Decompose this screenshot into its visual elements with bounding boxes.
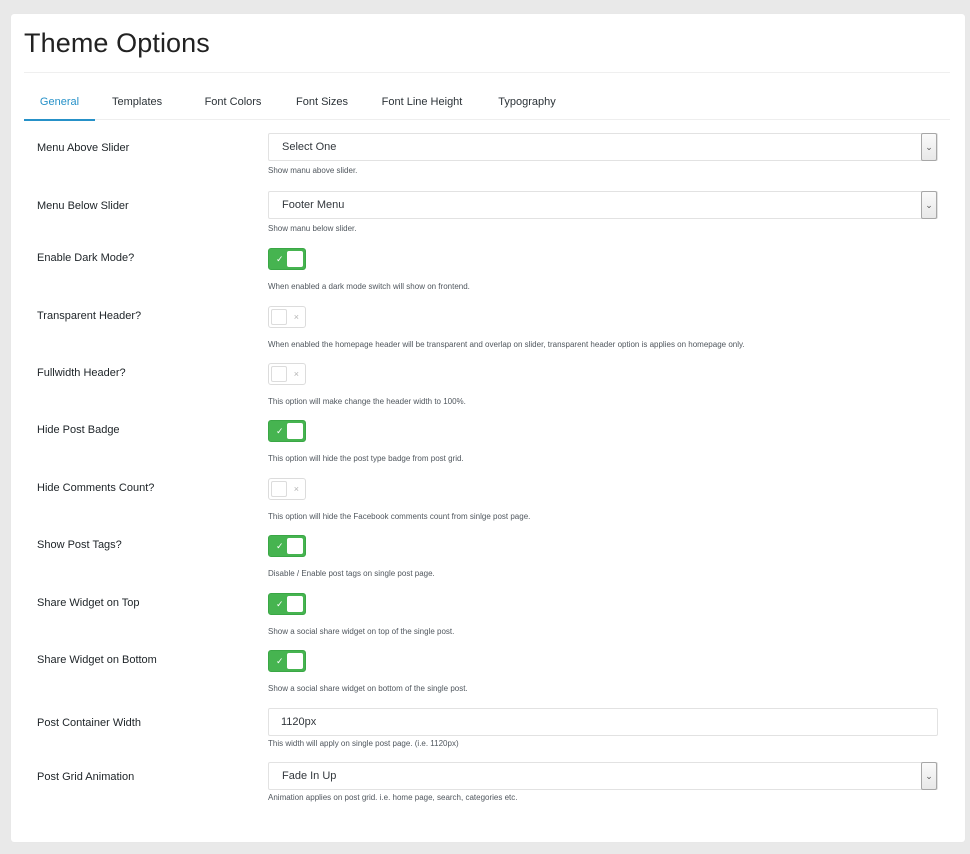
field-help: Animation applies on post grid. i.e. hom… bbox=[268, 793, 518, 802]
theme-options-panel: Theme Options General Templates Font Col… bbox=[11, 14, 965, 842]
tab-templates[interactable]: Templates bbox=[112, 84, 162, 120]
field-help: This option will make change the header … bbox=[268, 397, 466, 406]
toggle-knob bbox=[287, 423, 303, 439]
field-help: This option will hide the Facebook comme… bbox=[268, 512, 531, 521]
check-icon: ✓ bbox=[276, 599, 284, 609]
check-icon: ✓ bbox=[276, 656, 284, 666]
select-value: Select One bbox=[282, 141, 337, 153]
toggle-knob bbox=[271, 309, 287, 325]
close-icon: × bbox=[293, 369, 299, 379]
post-grid-animation-select[interactable]: Fade In Up ⌄ bbox=[268, 762, 938, 790]
field-label: Hide Post Badge bbox=[37, 424, 120, 436]
select-value: Fade In Up bbox=[282, 770, 337, 782]
transparent-header-toggle[interactable]: × bbox=[268, 306, 306, 328]
field-label: Share Widget on Bottom bbox=[37, 654, 157, 666]
field-label: Hide Comments Count? bbox=[37, 482, 155, 494]
toggle-knob bbox=[287, 596, 303, 612]
menu-below-slider-select[interactable]: Footer Menu ⌄ bbox=[268, 191, 938, 219]
check-icon: ✓ bbox=[276, 254, 284, 264]
share-widget-bottom-toggle[interactable]: ✓ bbox=[268, 650, 306, 672]
toggle-knob bbox=[287, 251, 303, 267]
field-label: Fullwidth Header? bbox=[37, 367, 126, 379]
tab-font-line-height[interactable]: Font Line Height bbox=[374, 84, 470, 120]
field-label: Menu Below Slider bbox=[37, 200, 129, 212]
tab-font-colors[interactable]: Font Colors bbox=[198, 84, 268, 120]
chevron-down-icon[interactable]: ⌄ bbox=[921, 762, 937, 790]
chevron-down-icon[interactable]: ⌄ bbox=[921, 133, 937, 161]
toggle-knob bbox=[287, 538, 303, 554]
field-label: Show Post Tags? bbox=[37, 539, 122, 551]
title-divider bbox=[24, 72, 950, 73]
field-label: Post Grid Animation bbox=[37, 771, 135, 783]
field-label: Transparent Header? bbox=[37, 310, 142, 322]
hide-comments-count-toggle[interactable]: × bbox=[268, 478, 306, 500]
toggle-knob bbox=[271, 481, 287, 497]
fullwidth-header-toggle[interactable]: × bbox=[268, 363, 306, 385]
select-value: Footer Menu bbox=[282, 199, 345, 211]
field-help: Disable / Enable post tags on single pos… bbox=[268, 569, 435, 578]
tab-general[interactable]: General bbox=[24, 84, 95, 121]
field-help: When enabled the homepage header will be… bbox=[268, 340, 745, 349]
field-label: Enable Dark Mode? bbox=[37, 252, 135, 264]
dark-mode-toggle[interactable]: ✓ bbox=[268, 248, 306, 270]
check-icon: ✓ bbox=[276, 541, 284, 551]
field-help: Show a social share widget on top of the… bbox=[268, 627, 455, 636]
tab-typography[interactable]: Typography bbox=[494, 84, 560, 120]
menu-above-slider-select[interactable]: Select One ⌄ bbox=[268, 133, 938, 161]
close-icon: × bbox=[293, 484, 299, 494]
toggle-knob bbox=[271, 366, 287, 382]
check-icon: ✓ bbox=[276, 426, 284, 436]
field-help: When enabled a dark mode switch will sho… bbox=[268, 282, 470, 291]
field-help: This option will hide the post type badg… bbox=[268, 454, 464, 463]
toggle-knob bbox=[287, 653, 303, 669]
chevron-down-icon[interactable]: ⌄ bbox=[921, 191, 937, 219]
field-label: Share Widget on Top bbox=[37, 597, 140, 609]
field-label: Post Container Width bbox=[37, 717, 141, 729]
show-post-tags-toggle[interactable]: ✓ bbox=[268, 535, 306, 557]
close-icon: × bbox=[293, 312, 299, 322]
tab-bar: General Templates Font Colors Font Sizes… bbox=[24, 84, 950, 121]
field-help: This width will apply on single post pag… bbox=[268, 739, 459, 748]
post-container-width-input[interactable] bbox=[268, 708, 938, 736]
tab-font-sizes[interactable]: Font Sizes bbox=[290, 84, 354, 120]
field-help: Show a social share widget on bottom of … bbox=[268, 684, 468, 693]
field-help: Show manu above slider. bbox=[268, 166, 358, 175]
share-widget-top-toggle[interactable]: ✓ bbox=[268, 593, 306, 615]
page-title: Theme Options bbox=[24, 28, 210, 58]
field-help: Show manu below slider. bbox=[268, 224, 357, 233]
hide-post-badge-toggle[interactable]: ✓ bbox=[268, 420, 306, 442]
field-label: Menu Above Slider bbox=[37, 142, 130, 154]
